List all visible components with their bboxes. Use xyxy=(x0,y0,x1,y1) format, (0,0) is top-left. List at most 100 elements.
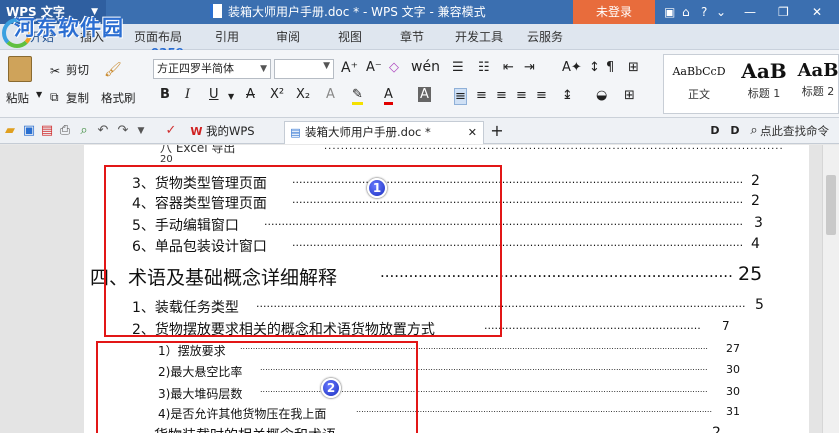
login-button[interactable]: 未登录 xyxy=(573,0,655,24)
paste-button[interactable]: 粘贴 xyxy=(6,90,29,106)
tab-references[interactable]: 引用 xyxy=(215,24,239,50)
style-label: 正文 xyxy=(688,88,710,101)
print-icon[interactable]: ⎙ xyxy=(58,124,72,138)
style-heading-2[interactable]: AaB 标题 2 xyxy=(796,55,839,113)
menu-chevron-icon[interactable]: ⌄ xyxy=(716,0,726,24)
skin-icon[interactable]: ▣ xyxy=(664,0,675,24)
annotation-box-1 xyxy=(104,165,502,337)
underline-dropdown-icon[interactable]: ▼ xyxy=(228,92,234,101)
text-effect-button[interactable]: A xyxy=(326,87,335,102)
save-icon[interactable]: ▣ xyxy=(22,124,36,138)
toc-page-number: 25 xyxy=(738,263,763,285)
toc-page-number: 7 xyxy=(722,319,730,333)
shading-icon[interactable]: ◒ xyxy=(596,88,607,103)
highlight-button[interactable]: ✎ xyxy=(352,87,363,105)
toc-page-number: 3 xyxy=(754,215,763,231)
toc-page-number: 2 xyxy=(751,173,760,189)
numbered-list-icon[interactable]: ☷ xyxy=(478,60,490,75)
tab-document[interactable]: ▤ 装箱大师用户手册.doc * ✕ xyxy=(284,121,484,144)
style-sample: AaBbCcD xyxy=(672,65,726,78)
chinese-layout-icon[interactable]: A✦ xyxy=(562,60,582,75)
justify-button[interactable]: ≡ xyxy=(516,88,527,103)
tab-chapter[interactable]: 章节 xyxy=(400,24,424,50)
toc-page-number: 5 xyxy=(755,297,764,313)
tab-label: 装箱大师用户手册.doc * xyxy=(305,125,431,139)
minimize-button[interactable]: — xyxy=(744,0,756,24)
copy-button[interactable]: 复制 xyxy=(66,90,89,106)
sort-icon[interactable]: ↕ xyxy=(589,60,600,75)
scrollbar-thumb[interactable] xyxy=(826,175,836,235)
undo-icon[interactable]: ↶ xyxy=(96,124,110,138)
tab-developer[interactable]: 开发工具 xyxy=(455,24,503,50)
quick-access-chevron-icon[interactable]: ▼ xyxy=(134,124,148,138)
toc-page-number: 30 xyxy=(726,385,740,398)
line-spacing-icon[interactable]: ↨ xyxy=(562,88,573,103)
open-folder-icon[interactable]: ▰ xyxy=(3,124,17,138)
pin-icon[interactable]: ✓ xyxy=(164,124,178,138)
home-icon[interactable]: ⌂ xyxy=(682,0,690,24)
copy-icon[interactable]: ⧉ xyxy=(50,90,59,105)
wps-logo-icon: W xyxy=(190,125,203,138)
tab-my-wps[interactable]: W 我的WPS xyxy=(186,121,280,144)
close-tab-icon[interactable]: ✕ xyxy=(468,122,477,143)
reader-mode-icon[interactable]: D xyxy=(728,124,742,138)
bold-button[interactable]: B xyxy=(160,87,170,102)
increase-indent-icon[interactable]: ⇥ xyxy=(524,60,535,75)
tab-cloud-service[interactable]: 云服务 xyxy=(527,24,563,50)
style-label: 标题 2 xyxy=(801,85,835,98)
close-button[interactable]: ✕ xyxy=(812,0,822,24)
align-center-button[interactable]: ≡ xyxy=(476,88,487,103)
phonetic-icon[interactable]: wén xyxy=(411,59,440,75)
tab-review[interactable]: 审阅 xyxy=(276,24,300,50)
print-preview-icon[interactable]: ⌕ xyxy=(77,124,91,138)
paste-icon[interactable] xyxy=(8,56,32,82)
toc-page-number: 2 xyxy=(751,193,760,209)
font-size-select[interactable]: ▼ xyxy=(274,59,334,79)
table-border-icon[interactable]: ⊞ xyxy=(628,60,639,75)
doc-assist-icon[interactable]: D xyxy=(708,124,722,138)
cut-button[interactable]: 剪切 xyxy=(66,62,89,78)
decrease-indent-icon[interactable]: ⇤ xyxy=(503,60,514,75)
show-marks-icon[interactable]: ¶ xyxy=(606,60,614,75)
font-name-select[interactable]: 方正四罗半简体 ▼ xyxy=(153,59,271,79)
command-search-hint[interactable]: 点此查找命令 xyxy=(760,118,829,144)
grow-font-icon[interactable]: A⁺ xyxy=(341,60,358,76)
clear-format-icon[interactable]: ◇ xyxy=(389,60,399,75)
format-painter-icon[interactable]: 🖌 xyxy=(104,62,122,78)
border-icon[interactable]: ⊞ xyxy=(624,88,635,103)
tab-view[interactable]: 视图 xyxy=(338,24,362,50)
font-name-value: 方正四罗半简体 xyxy=(157,62,234,75)
superscript-button[interactable]: X² xyxy=(270,87,284,102)
style-normal[interactable]: AaBbCcD 正文 xyxy=(666,55,732,113)
restore-button[interactable]: ❐ xyxy=(778,0,789,24)
format-painter-button[interactable]: 格式刷 xyxy=(101,90,136,106)
subscript-button[interactable]: X₂ xyxy=(296,87,310,102)
new-tab-icon[interactable]: + xyxy=(490,123,504,139)
export-pdf-icon[interactable]: ▤ xyxy=(40,124,54,138)
font-color-button[interactable]: A xyxy=(384,87,393,105)
search-icon[interactable]: ⌕ xyxy=(747,124,761,138)
redo-icon[interactable]: ↷ xyxy=(116,124,130,138)
help-icon[interactable]: ? xyxy=(701,0,707,24)
bullet-list-icon[interactable]: ☰ xyxy=(452,60,464,75)
style-sample: AaB xyxy=(797,60,839,81)
underline-button[interactable]: U xyxy=(209,87,219,102)
align-right-button[interactable]: ≡ xyxy=(496,88,507,103)
vertical-scrollbar[interactable] xyxy=(822,145,839,433)
style-heading-1[interactable]: AaB 标题 1 xyxy=(734,55,794,113)
window-title: 装箱大师用户手册.doc * - WPS 文字 - 兼容模式 xyxy=(210,0,486,24)
char-shading-button[interactable]: A xyxy=(418,87,431,102)
strikethrough-button[interactable]: A xyxy=(246,87,255,102)
scissors-icon[interactable]: ✂ xyxy=(50,64,60,78)
ribbon-toolbar: 粘贴 ▼ ✂ 剪切 ⧉ 复制 🖌 格式刷 方正四罗半简体 ▼ ▼ A⁺ A⁻ ◇… xyxy=(0,50,839,118)
distribute-button[interactable]: ≡ xyxy=(536,88,547,103)
paste-dropdown-icon[interactable]: ▼ xyxy=(36,90,42,99)
shrink-font-icon[interactable]: A⁻ xyxy=(366,60,382,75)
toc-leader: ........................................… xyxy=(484,319,701,332)
annotation-badge-2: 2 xyxy=(321,378,341,398)
toc-leader: ........................................… xyxy=(324,145,784,152)
tab-label: 我的WPS xyxy=(206,124,255,138)
italic-button[interactable]: I xyxy=(185,87,190,102)
toc-page-number: 4 xyxy=(751,236,760,252)
align-left-button[interactable]: ≡ xyxy=(454,88,467,105)
